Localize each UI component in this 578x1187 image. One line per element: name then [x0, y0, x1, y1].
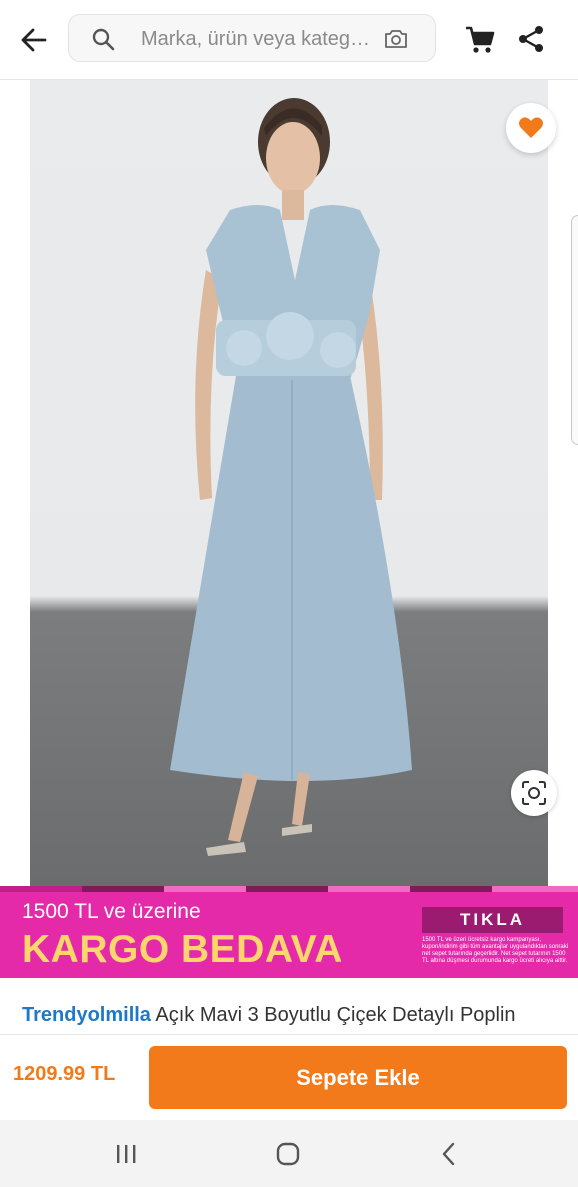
banner-stripe: [246, 886, 328, 892]
search-bar[interactable]: Marka, ürün veya kategori ara: [68, 14, 436, 62]
add-to-cart-button[interactable]: Sepete Ekle: [149, 1046, 567, 1109]
free-shipping-banner[interactable]: 1500 TL ve üzerine KARGO BEDAVA TIKLA 15…: [0, 886, 578, 978]
system-nav-bar: [0, 1120, 578, 1187]
banner-stripe: [164, 886, 246, 892]
purchase-bar: 1209.99 TL Sepete Ekle: [0, 1034, 578, 1120]
top-bar: Marka, ürün veya kategori ara: [0, 0, 578, 80]
camera-search-icon[interactable]: [383, 27, 409, 51]
back-button[interactable]: [14, 20, 54, 60]
product-name: Açık Mavi 3 Boyutlu Çiçek Detaylı Poplin: [155, 1004, 516, 1026]
banner-stripe: [410, 886, 492, 892]
model-illustration: [170, 98, 412, 856]
search-icon: [92, 28, 115, 51]
arrow-left-icon: [21, 28, 47, 52]
back-chevron-icon: [442, 1142, 455, 1166]
system-back-button[interactable]: [434, 1140, 464, 1168]
home-icon: [276, 1142, 300, 1166]
banner-stripe: [492, 886, 578, 892]
recents-button[interactable]: [111, 1140, 141, 1168]
recents-icon: [117, 1145, 136, 1163]
banner-click-button[interactable]: TIKLA: [422, 907, 563, 933]
banner-title: KARGO BEDAVA: [22, 928, 343, 971]
lens-icon: [522, 781, 546, 805]
favorite-button[interactable]: [506, 103, 556, 153]
cart-icon[interactable]: [464, 24, 496, 56]
product-title: Trendyolmilla Açık Mavi 3 Boyutlu Çiçek …: [22, 1004, 516, 1027]
banner-fine-print: 1500 TL ve üzeri ücretsiz kargo kampanya…: [422, 937, 569, 964]
share-icon[interactable]: [516, 24, 546, 54]
home-button[interactable]: [273, 1140, 303, 1168]
banner-stripe: [328, 886, 410, 892]
side-panel-handle[interactable]: [571, 215, 578, 445]
visual-search-button[interactable]: [511, 770, 557, 816]
banner-subtitle: 1500 TL ve üzerine: [22, 900, 201, 923]
price: 1209.99 TL: [13, 1063, 116, 1085]
product-gallery[interactable]: [0, 80, 578, 939]
product-image[interactable]: [30, 80, 548, 886]
brand-link[interactable]: Trendyolmilla: [22, 1004, 151, 1026]
banner-stripe: [0, 886, 82, 892]
heart-icon: [519, 117, 543, 138]
banner-stripe: [82, 886, 164, 892]
search-input[interactable]: Marka, ürün veya kategori ara: [141, 28, 373, 51]
